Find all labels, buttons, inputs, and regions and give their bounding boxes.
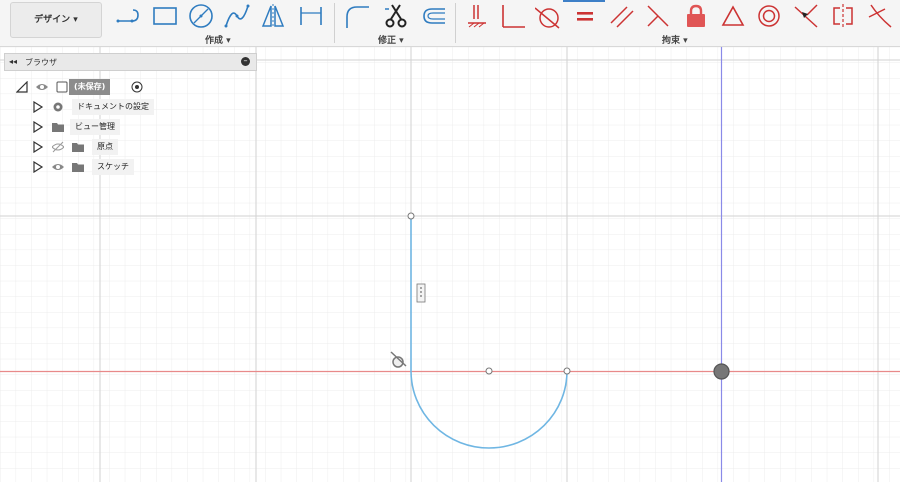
fillet-icon[interactable] [344, 3, 370, 29]
origin-point[interactable] [713, 363, 730, 380]
modify-group-label[interactable]: 修正 ▾ [378, 33, 404, 46]
sketch-point[interactable] [563, 367, 571, 375]
expand-triangle-icon[interactable] [32, 101, 44, 113]
tree-item-label: スケッチ [92, 159, 134, 175]
browser-panel-header[interactable]: ◂◂ ブラウザ – [4, 53, 257, 71]
mirror-triangle-icon[interactable] [260, 3, 286, 29]
expand-triangle-icon[interactable] [32, 161, 44, 173]
expand-triangle-icon[interactable] [32, 141, 44, 153]
collapse-icon[interactable]: ◂◂ [9, 57, 17, 66]
vertical-constraint-icon[interactable] [416, 283, 426, 303]
document-icon [56, 81, 68, 93]
midpoint-icon[interactable] [793, 3, 819, 29]
perpendicular-icon[interactable] [500, 3, 526, 29]
target-icon[interactable] [131, 81, 143, 93]
trim-scissors-icon[interactable] [383, 3, 409, 29]
tree-item-label: 原点 [92, 139, 118, 155]
tree-item-label: (未保存) [69, 79, 111, 95]
spline-icon[interactable] [224, 3, 250, 29]
tree-item-root[interactable]: (未保存) [16, 79, 156, 95]
line-icon[interactable] [116, 3, 142, 29]
minimize-icon[interactable]: – [241, 57, 250, 66]
dimension-icon[interactable] [298, 3, 324, 29]
tree-item-document-settings[interactable]: ドキュメントの設定 [32, 99, 192, 115]
tree-item-label: ビュー管理 [70, 119, 120, 135]
gear-icon [52, 101, 64, 113]
tree-item-sketches[interactable]: スケッチ [32, 159, 172, 175]
arc-center-point[interactable] [485, 367, 493, 375]
eye-icon[interactable] [36, 81, 48, 93]
folder-icon [52, 121, 64, 133]
tree-item-label: ドキュメントの設定 [72, 99, 154, 115]
browser-title: ブラウザ [25, 58, 57, 67]
folder-icon [72, 161, 84, 173]
design-workspace-button[interactable]: デザイン ▾ [10, 2, 102, 38]
eye-hidden-icon[interactable] [52, 141, 64, 153]
tree-item-view-management[interactable]: ビュー管理 [32, 119, 172, 135]
triangle-icon[interactable] [720, 3, 746, 29]
offset-icon[interactable] [420, 3, 446, 29]
divider [455, 3, 456, 43]
perpendicular-cross-icon[interactable] [645, 3, 671, 29]
toolbar: デザイン ▾ 作成 ▾ 修正 ▾ 拘束 ▾ [0, 0, 900, 47]
divider [334, 3, 335, 43]
expand-triangle-icon[interactable] [32, 121, 44, 133]
parallel-icon[interactable] [609, 3, 635, 29]
expanded-triangle-icon[interactable] [16, 81, 28, 93]
folder-icon [72, 141, 84, 153]
coincident-icon[interactable] [464, 3, 490, 29]
active-tool-indicator [563, 0, 605, 2]
circle-icon[interactable] [188, 3, 214, 29]
sketch-point[interactable] [407, 212, 415, 220]
equal-icon[interactable] [572, 3, 598, 29]
fix-lock-icon[interactable] [683, 3, 709, 29]
concentric-icon[interactable] [756, 3, 782, 29]
create-group-label[interactable]: 作成 ▾ [205, 33, 231, 46]
curvature-icon[interactable] [867, 3, 893, 29]
constraints-group-label[interactable]: 拘束 ▾ [662, 33, 688, 46]
rectangle-icon[interactable] [152, 3, 178, 29]
tangent-icon[interactable] [535, 3, 561, 29]
symmetry-icon[interactable] [830, 3, 856, 29]
tree-item-origin[interactable]: 原点 [32, 139, 172, 155]
eye-icon[interactable] [52, 161, 64, 173]
